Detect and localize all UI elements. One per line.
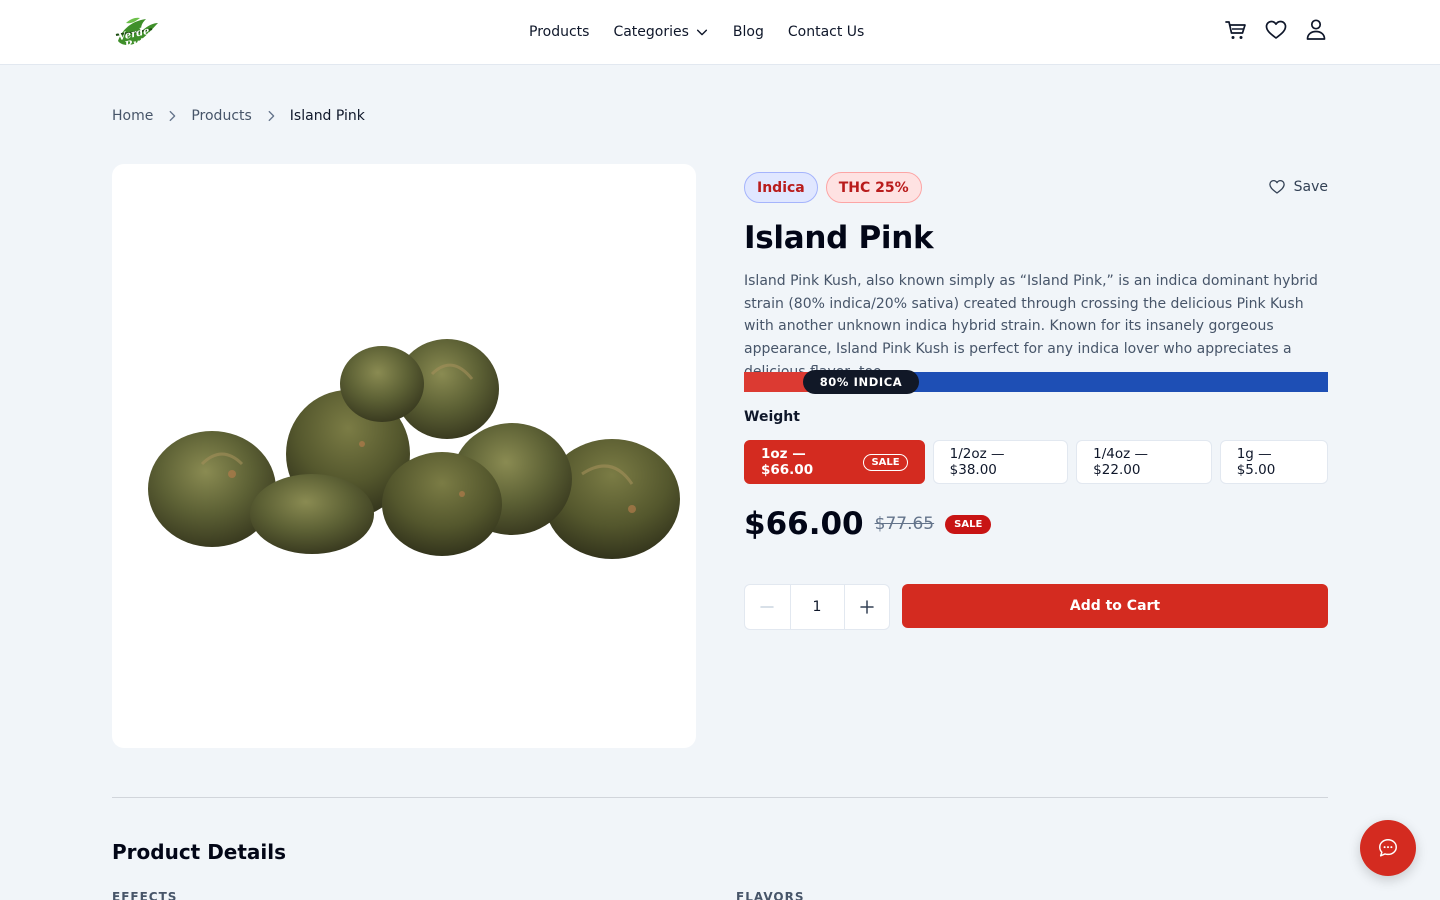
save-button[interactable]: Save [1268, 178, 1328, 196]
price-row: $66.00 $77.65 SALE [744, 506, 992, 542]
effects-heading: EFFECTS [112, 890, 178, 900]
weight-option-quarter-oz[interactable]: 1/4oz — $22.00 [1076, 440, 1212, 484]
quantity-stepper [744, 584, 890, 630]
nav-products[interactable]: Products [529, 24, 589, 40]
weight-options: 1oz — $66.00 SALE 1/2oz — $38.00 1/4oz —… [744, 440, 1329, 484]
save-label: Save [1293, 179, 1328, 195]
heart-icon [1268, 179, 1285, 194]
heart-icon[interactable] [1264, 18, 1288, 42]
chevron-right-icon [268, 110, 275, 122]
chevron-right-icon [169, 110, 176, 122]
original-price: $77.65 [874, 514, 935, 534]
quantity-input[interactable] [789, 585, 845, 629]
flavors-heading: FLAVORS [736, 890, 805, 900]
plus-icon [860, 600, 874, 614]
increase-quantity-button[interactable] [845, 585, 890, 629]
chat-icon [1379, 839, 1397, 857]
decrease-quantity-button[interactable] [745, 585, 790, 629]
weight-label: Weight [744, 409, 800, 425]
cannabis-buds-image [148, 339, 680, 559]
weight-option-half-oz[interactable]: 1/2oz — $38.00 [932, 440, 1069, 484]
breadcrumb-home[interactable]: Home [112, 108, 153, 124]
strain-type-badge: Indica [744, 172, 818, 203]
product-image[interactable] [112, 164, 696, 748]
nav-blog[interactable]: Blog [733, 24, 764, 40]
minus-icon [760, 606, 774, 608]
product-details-heading: Product Details [112, 840, 287, 864]
product-info: Indica THC 25% Save Island Pink Island P… [744, 172, 1329, 630]
cart-icon[interactable] [1224, 18, 1248, 42]
sale-chip: SALE [863, 453, 908, 471]
product-title: Island Pink [744, 220, 934, 256]
indica-sativa-ratio-bar: 80% INDICA [744, 370, 1328, 394]
brand-logo[interactable]: Verde Ruta [112, 15, 160, 52]
product-tags: Indica THC 25% [744, 172, 1328, 203]
nav-contact[interactable]: Contact Us [788, 24, 864, 40]
product-description: Island Pink Kush, also known simply as “… [744, 273, 1318, 380]
breadcrumb-products[interactable]: Products [191, 108, 251, 124]
main-nav: Products Categories Blog Contact Us [529, 0, 864, 64]
chat-button[interactable] [1360, 820, 1416, 876]
header-actions [1224, 18, 1328, 42]
weight-option-1g[interactable]: 1g — $5.00 [1219, 440, 1329, 484]
add-to-cart-button[interactable]: Add to Cart [902, 584, 1328, 628]
thc-badge: THC 25% [825, 172, 922, 203]
weight-option-1oz[interactable]: 1oz — $66.00 SALE [744, 440, 925, 484]
sale-badge: SALE [945, 514, 992, 534]
breadcrumb-current: Island Pink [289, 108, 365, 124]
user-icon[interactable] [1304, 18, 1328, 42]
site-header: Verde Ruta Products Categories Blog Cont… [0, 0, 1440, 65]
chevron-down-icon [696, 29, 707, 36]
breadcrumb: Home Products Island Pink [112, 108, 365, 124]
current-price: $66.00 [744, 506, 864, 542]
ratio-label: 80% INDICA [803, 370, 919, 394]
nav-categories[interactable]: Categories [613, 24, 708, 40]
section-divider [112, 797, 1328, 798]
